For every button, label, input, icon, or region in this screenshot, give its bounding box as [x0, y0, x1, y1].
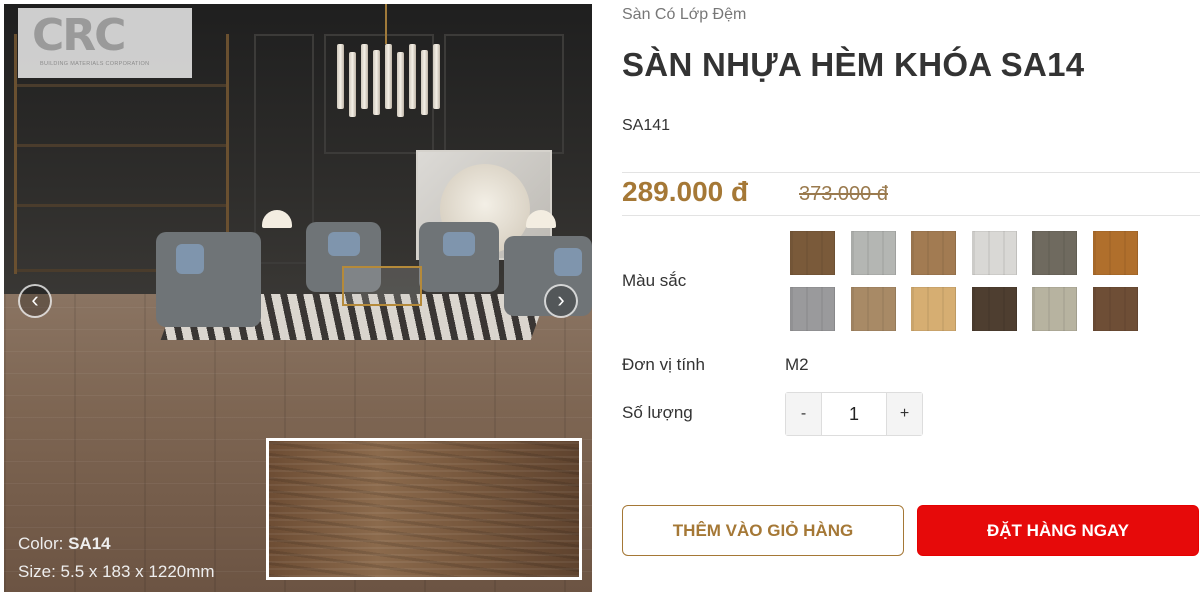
- unit-label: Đơn vị tính: [622, 355, 705, 374]
- sofa: [156, 232, 261, 327]
- caption-size: Size: 5.5 x 183 x 1220mm: [18, 562, 215, 581]
- quantity-stepper: - +: [785, 392, 923, 436]
- caption-color-label: Color:: [18, 534, 64, 553]
- color-swatch[interactable]: [1092, 287, 1138, 331]
- add-to-cart-button[interactable]: THÊM VÀO GIỎ HÀNG: [622, 505, 904, 556]
- product-category-link[interactable]: Sàn Có Lớp Đệm: [622, 6, 746, 24]
- wall-panel: [444, 34, 564, 154]
- quantity-increase-button[interactable]: +: [886, 393, 922, 435]
- texture-closeup-image: [266, 438, 582, 580]
- color-swatch[interactable]: [850, 287, 896, 331]
- quantity-input[interactable]: [822, 393, 886, 435]
- color-swatch[interactable]: [1032, 231, 1077, 275]
- product-price: 289.000 đ: [622, 176, 749, 207]
- product-sku: SA141: [622, 117, 671, 134]
- unit-value: M2: [785, 355, 809, 374]
- divider: [622, 215, 1200, 216]
- order-now-button[interactable]: ĐẶT HÀNG NGAY: [917, 505, 1199, 556]
- color-swatch[interactable]: [971, 287, 1017, 331]
- chandelier: [329, 4, 444, 117]
- color-swatch[interactable]: [790, 287, 835, 331]
- color-swatch[interactable]: [911, 287, 956, 331]
- color-swatch-grid: [790, 231, 1138, 333]
- caption-color: Color: SA14: [18, 534, 111, 554]
- color-swatch[interactable]: [1092, 231, 1138, 275]
- logo-subtitle: BUILDING MATERIALS CORPORATION: [40, 61, 150, 67]
- caption-color-value: SA14: [68, 534, 111, 553]
- color-swatch[interactable]: [790, 231, 835, 275]
- color-swatch[interactable]: [971, 231, 1017, 275]
- armchair: [419, 222, 499, 292]
- brand-logo: CRC BUILDING MATERIALS CORPORATION: [18, 8, 192, 78]
- product-page: CRC BUILDING MATERIALS CORPORATION ‹ › C…: [0, 0, 1201, 592]
- product-gallery[interactable]: CRC BUILDING MATERIALS CORPORATION ‹ › C…: [4, 4, 592, 592]
- gallery-next-button[interactable]: ›: [544, 284, 578, 318]
- wall-panel: [254, 34, 314, 264]
- color-swatch[interactable]: [911, 231, 956, 275]
- chevron-left-icon: ‹: [31, 287, 39, 312]
- quantity-decrease-button[interactable]: -: [786, 393, 822, 435]
- color-swatch[interactable]: [1032, 287, 1077, 331]
- product-title: SÀN NHỰA HÈM KHÓA SA14: [622, 46, 1085, 83]
- divider: [622, 172, 1200, 173]
- color-label: Màu sắc: [622, 271, 687, 290]
- coffee-table: [342, 266, 422, 306]
- color-swatch[interactable]: [850, 231, 896, 275]
- quantity-label: Số lượng: [622, 403, 693, 422]
- logo-text: CRC: [32, 10, 126, 61]
- product-old-price: 373.000 đ: [799, 183, 888, 205]
- product-info: Sàn Có Lớp Đệm SÀN NHỰA HÈM KHÓA SA14 SA…: [622, 0, 1201, 592]
- gallery-prev-button[interactable]: ‹: [18, 284, 52, 318]
- chevron-right-icon: ›: [557, 287, 565, 312]
